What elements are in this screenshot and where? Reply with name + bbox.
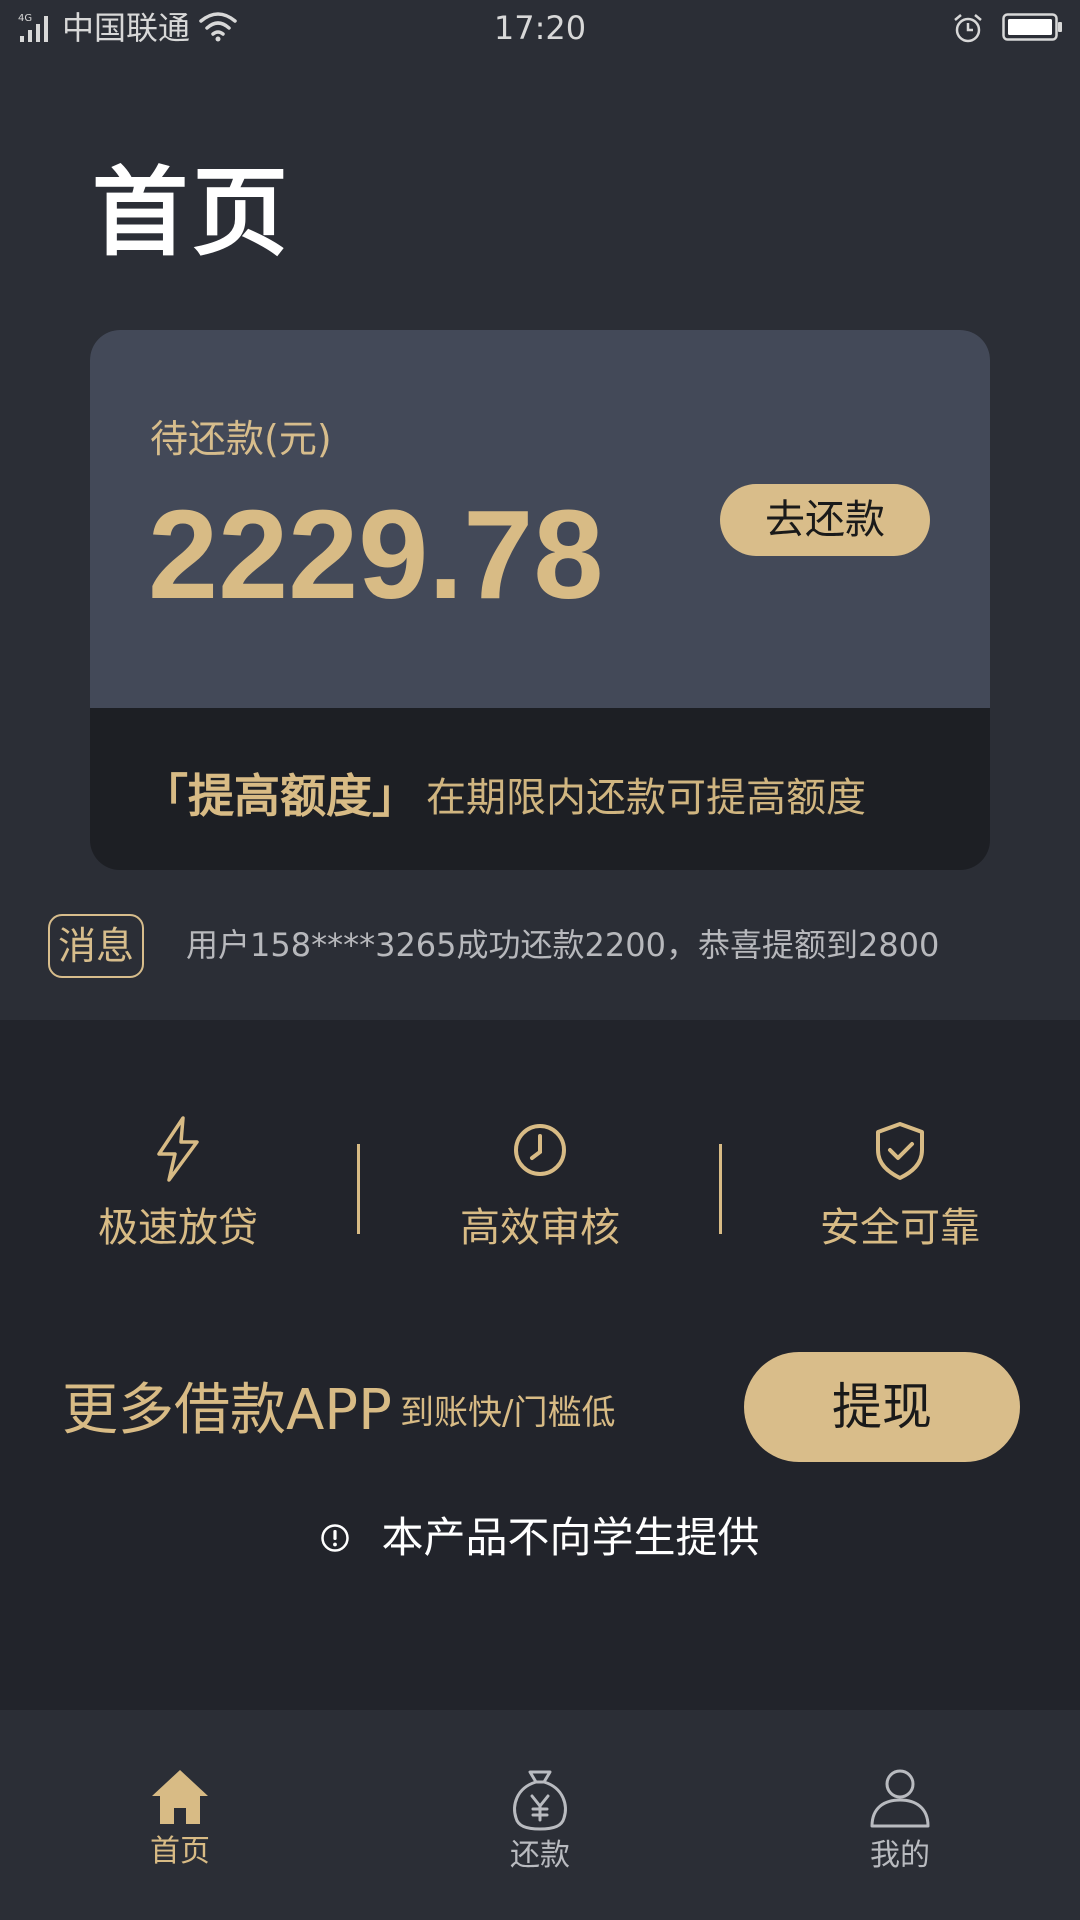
lower-section: 极速放贷 高效审核 安全可靠 更多借款APP 到账快/门槛低 提现 本产品不向学… — [0, 1020, 1080, 1710]
message-text[interactable]: 用户158****3265成功还款2200，恭喜提额到2800 — [186, 924, 939, 966]
notice-text: 本产品不向学生提供 — [381, 1513, 760, 1562]
money-bag-icon — [513, 1770, 567, 1831]
repayment-card-top: 待还款(元) 2229.78 去还款 — [90, 330, 990, 708]
tab-label: 首页 — [150, 1834, 210, 1869]
withdraw-button[interactable]: 提现 — [744, 1352, 1020, 1462]
feature-safe-reliable: 安全可靠 — [750, 1114, 1050, 1254]
pending-repayment-label: 待还款(元) — [150, 417, 332, 461]
tab-repay[interactable]: 还款 — [440, 1766, 640, 1876]
feature-label: 安全可靠 — [820, 1205, 980, 1251]
feature-efficient-review: 高效审核 — [390, 1114, 690, 1254]
limit-increase-text: 在期限内还款可提高额度 — [426, 775, 866, 821]
tab-label: 我的 — [870, 1838, 930, 1873]
repayment-card: 待还款(元) 2229.78 去还款 「提高额度」 在期限内还款可提高额度 — [90, 330, 990, 870]
status-bar: 4G 中国联通 17:20 — [0, 0, 1080, 58]
message-badge: 消息 — [48, 914, 144, 978]
tab-mine[interactable]: 我的 — [800, 1766, 1000, 1876]
pending-repayment-amount: 2229.78 — [148, 484, 604, 625]
more-loan-apps-title: 更多借款APP — [62, 1378, 392, 1443]
feature-fast-loan: 极速放贷 — [28, 1114, 328, 1254]
home-icon — [152, 1770, 208, 1824]
shield-check-icon — [876, 1122, 924, 1180]
repay-button[interactable]: 去还款 — [720, 484, 930, 556]
clock-time: 17:20 — [493, 9, 587, 47]
page-title: 首页 — [92, 157, 292, 269]
student-notice: 本产品不向学生提供 — [0, 1508, 1080, 1568]
feature-label: 高效审核 — [460, 1205, 620, 1251]
limit-increase-banner[interactable]: 「提高额度」 在期限内还款可提高额度 — [90, 708, 990, 870]
lightning-icon — [157, 1116, 199, 1182]
limit-increase-title: 「提高额度」 — [142, 769, 418, 823]
battery-icon — [1002, 13, 1062, 41]
user-icon — [870, 1769, 930, 1828]
exclamation-circle-icon — [321, 1524, 350, 1552]
clock-icon — [514, 1124, 566, 1176]
alarm-icon — [954, 14, 982, 43]
bottom-tab-bar: 首页 还款 我的 — [0, 1710, 1080, 1920]
divider — [719, 1144, 722, 1234]
divider — [357, 1144, 360, 1234]
tab-label: 还款 — [510, 1838, 570, 1873]
tab-home[interactable]: 首页 — [80, 1766, 280, 1872]
more-loan-apps-subtitle: 到账快/门槛低 — [400, 1393, 616, 1433]
feature-label: 极速放贷 — [98, 1205, 258, 1251]
